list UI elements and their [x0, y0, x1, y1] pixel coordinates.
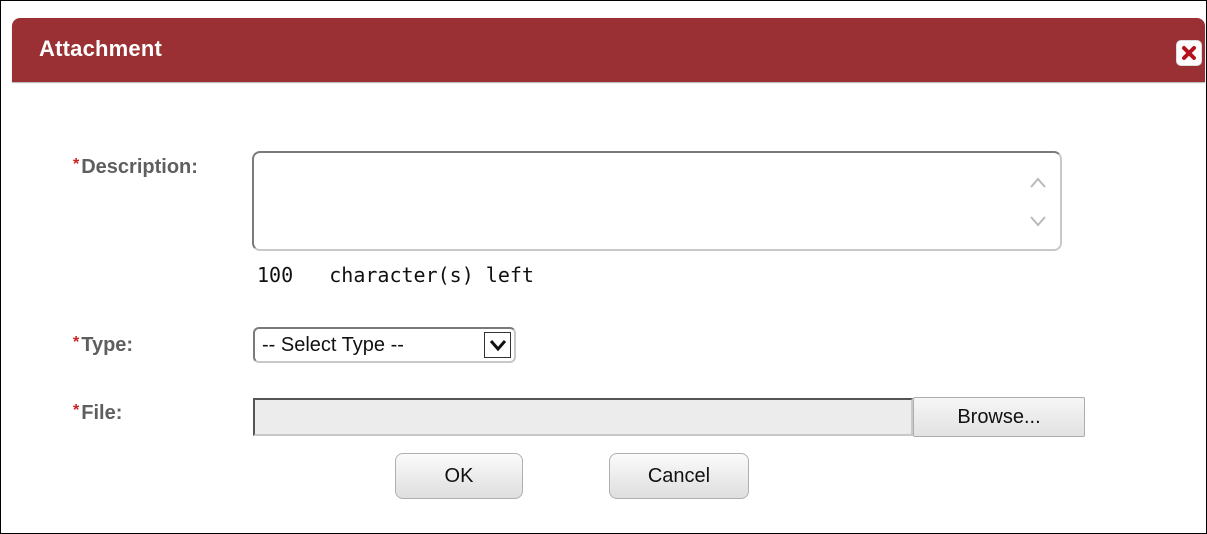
- description-field[interactable]: [256, 155, 1020, 249]
- browse-button[interactable]: Browse...: [913, 397, 1085, 437]
- dialog-titlebar[interactable]: Attachment: [12, 18, 1205, 82]
- ok-button[interactable]: OK: [395, 453, 523, 499]
- description-label: * Description:: [73, 156, 198, 178]
- chevron-down-icon: [489, 340, 507, 352]
- close-icon: [1182, 46, 1196, 60]
- chars-left-text: character(s) left: [329, 263, 534, 287]
- type-label: * Type:: [73, 334, 134, 356]
- scroll-down-icon[interactable]: [1028, 213, 1048, 229]
- close-button[interactable]: [1176, 40, 1202, 66]
- chars-left-count: 100: [257, 263, 294, 287]
- scroll-up-icon[interactable]: [1028, 175, 1048, 191]
- required-marker: *: [73, 334, 80, 351]
- attachment-dialog: Attachment * Description: 100 character(s…: [0, 0, 1207, 534]
- file-label: * File:: [73, 402, 123, 424]
- dialog-title: Attachment: [39, 36, 163, 61]
- cancel-button[interactable]: Cancel: [609, 453, 749, 499]
- required-marker: *: [73, 156, 80, 173]
- select-dropdown-button[interactable]: [484, 332, 511, 358]
- required-marker: *: [73, 402, 80, 419]
- file-path-field[interactable]: [253, 398, 913, 436]
- chars-left-counter: 100 character(s) left: [257, 263, 534, 287]
- description-textarea-container: [252, 151, 1062, 251]
- type-select-value: -- Select Type --: [262, 334, 404, 356]
- type-select[interactable]: -- Select Type --: [253, 327, 516, 363]
